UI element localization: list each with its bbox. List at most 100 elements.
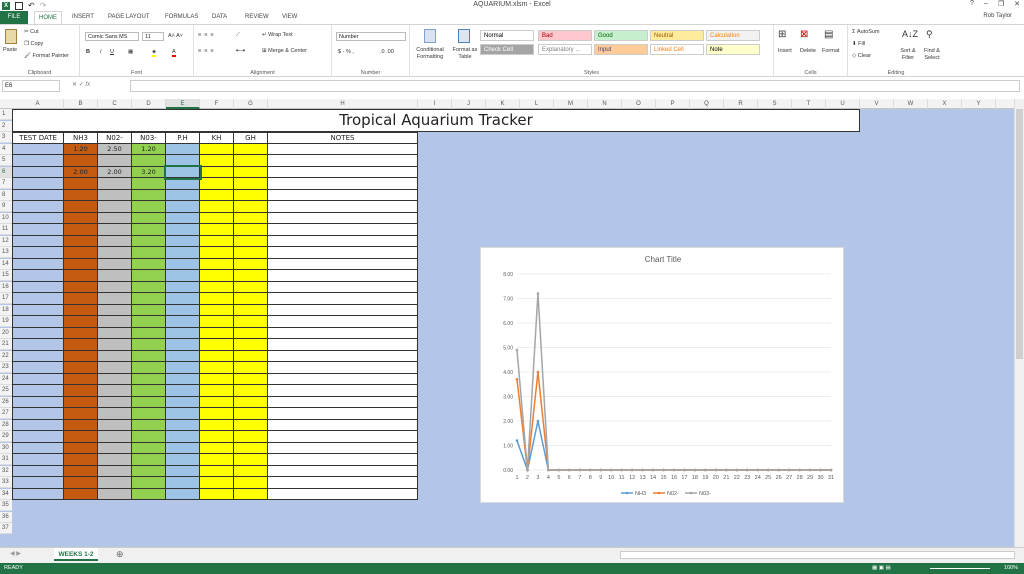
header-p-h[interactable]: P.H: [166, 132, 200, 144]
column-header-w[interactable]: W: [894, 99, 928, 109]
column-header-y[interactable]: Y: [962, 99, 996, 109]
row-header-18[interactable]: 18: [0, 304, 12, 316]
fill-button[interactable]: ⬇ Fill: [852, 41, 865, 47]
cell-c15[interactable]: [98, 270, 132, 282]
worksheet[interactable]: ABCDEFGHIJKLMNOPQRSTUVWXY 1 2 3 4 5 6 7 8 9 10 11 1…: [0, 99, 1014, 547]
cell-d19[interactable]: [132, 316, 166, 328]
cell-g7[interactable]: [234, 178, 268, 190]
style-neutral[interactable]: Neutral: [650, 30, 704, 41]
name-box[interactable]: E6: [2, 80, 60, 92]
cell-f11[interactable]: [200, 224, 234, 236]
cell-d11[interactable]: [132, 224, 166, 236]
cell-g10[interactable]: [234, 212, 268, 224]
cell-h4[interactable]: [268, 143, 418, 155]
cell-e10[interactable]: [166, 212, 200, 224]
cell-b17[interactable]: [64, 293, 98, 305]
cell-e5[interactable]: [166, 155, 200, 167]
cell-e17[interactable]: [166, 293, 200, 305]
cell-f22[interactable]: [200, 350, 234, 362]
row-header-14[interactable]: 14: [0, 258, 12, 270]
cell-d15[interactable]: [132, 270, 166, 282]
cell-a19[interactable]: [12, 316, 64, 328]
column-header-u[interactable]: U: [826, 99, 860, 109]
tab-insert[interactable]: INSERT: [72, 11, 94, 24]
row-header-9[interactable]: 9: [0, 201, 12, 212]
cell-e27[interactable]: [166, 408, 200, 420]
cell-a34[interactable]: [12, 488, 64, 500]
cell-d27[interactable]: [132, 408, 166, 420]
row-header-5[interactable]: 5: [0, 155, 12, 166]
column-header-g[interactable]: G: [234, 99, 268, 109]
sheet-title[interactable]: Tropical Aquarium Tracker: [12, 109, 860, 132]
cell-f31[interactable]: [200, 454, 234, 466]
cell-e18[interactable]: [166, 304, 200, 316]
cell-d26[interactable]: [132, 396, 166, 408]
cell-d34[interactable]: [132, 488, 166, 500]
cell-d12[interactable]: [132, 235, 166, 247]
sort-filter-button[interactable]: Sort & Filter: [896, 48, 920, 62]
cell-g18[interactable]: [234, 304, 268, 316]
cell-a18[interactable]: [12, 304, 64, 316]
column-header-n[interactable]: N: [588, 99, 622, 109]
cell-h16[interactable]: [268, 281, 418, 293]
cell-h34[interactable]: [268, 488, 418, 500]
cell-f16[interactable]: [200, 281, 234, 293]
cell-g15[interactable]: [234, 270, 268, 282]
cell-f26[interactable]: [200, 396, 234, 408]
paste-icon[interactable]: [5, 29, 17, 44]
cell-g13[interactable]: [234, 247, 268, 259]
cell-c11[interactable]: [98, 224, 132, 236]
cell-a12[interactable]: [12, 235, 64, 247]
header-kh[interactable]: KH: [200, 132, 234, 144]
column-header-x[interactable]: X: [928, 99, 962, 109]
row-header-23[interactable]: 23: [0, 362, 12, 373]
cell-c23[interactable]: [98, 362, 132, 374]
column-header-b[interactable]: B: [64, 99, 98, 109]
row-header-3[interactable]: 3: [0, 132, 12, 143]
cell-g32[interactable]: [234, 465, 268, 477]
cell-h18[interactable]: [268, 304, 418, 316]
cell-f19[interactable]: [200, 316, 234, 328]
cell-g34[interactable]: [234, 488, 268, 500]
cell-f12[interactable]: [200, 235, 234, 247]
cell-e26[interactable]: [166, 396, 200, 408]
cell-e14[interactable]: [166, 258, 200, 270]
cell-c26[interactable]: [98, 396, 132, 408]
row-header-28[interactable]: 28: [0, 419, 12, 431]
cell-f9[interactable]: [200, 201, 234, 213]
column-header-e[interactable]: E: [166, 99, 200, 109]
cell-e25[interactable]: [166, 385, 200, 397]
row-header-16[interactable]: 16: [0, 281, 12, 293]
row-header-12[interactable]: 12: [0, 235, 12, 247]
conditional-formatting-icon[interactable]: [424, 29, 436, 43]
number-format-select[interactable]: Number: [336, 32, 406, 41]
cell-e20[interactable]: [166, 327, 200, 339]
cell-d9[interactable]: [132, 201, 166, 213]
cell-a11[interactable]: [12, 224, 64, 236]
cell-c22[interactable]: [98, 350, 132, 362]
tab-file[interactable]: FILE: [0, 11, 28, 24]
cell-c10[interactable]: [98, 212, 132, 224]
minimize-icon[interactable]: –: [984, 0, 988, 8]
cell-h21[interactable]: [268, 339, 418, 351]
decimal-icon[interactable]: .0 .00: [380, 49, 394, 55]
column-header-p[interactable]: P: [656, 99, 690, 109]
cell-h9[interactable]: [268, 201, 418, 213]
paste-button[interactable]: Paste: [3, 47, 17, 53]
cell-c6[interactable]: 2.00: [98, 166, 132, 178]
cell-a16[interactable]: [12, 281, 64, 293]
horizontal-scrollbar[interactable]: [620, 551, 1015, 559]
cell-h26[interactable]: [268, 396, 418, 408]
cell-b11[interactable]: [64, 224, 98, 236]
cell-d17[interactable]: [132, 293, 166, 305]
header-nh3[interactable]: NH3: [64, 132, 98, 144]
cell-f15[interactable]: [200, 270, 234, 282]
help-icon[interactable]: ?: [970, 0, 974, 8]
binoculars-icon[interactable]: ⚲: [926, 29, 933, 40]
cell-a5[interactable]: [12, 155, 64, 167]
cell-a15[interactable]: [12, 270, 64, 282]
cell-e31[interactable]: [166, 454, 200, 466]
tab-home[interactable]: HOME: [34, 11, 62, 24]
grow-font-icon[interactable]: A˄ A˅: [168, 33, 183, 39]
copy-button[interactable]: ❐ Copy: [24, 41, 43, 47]
